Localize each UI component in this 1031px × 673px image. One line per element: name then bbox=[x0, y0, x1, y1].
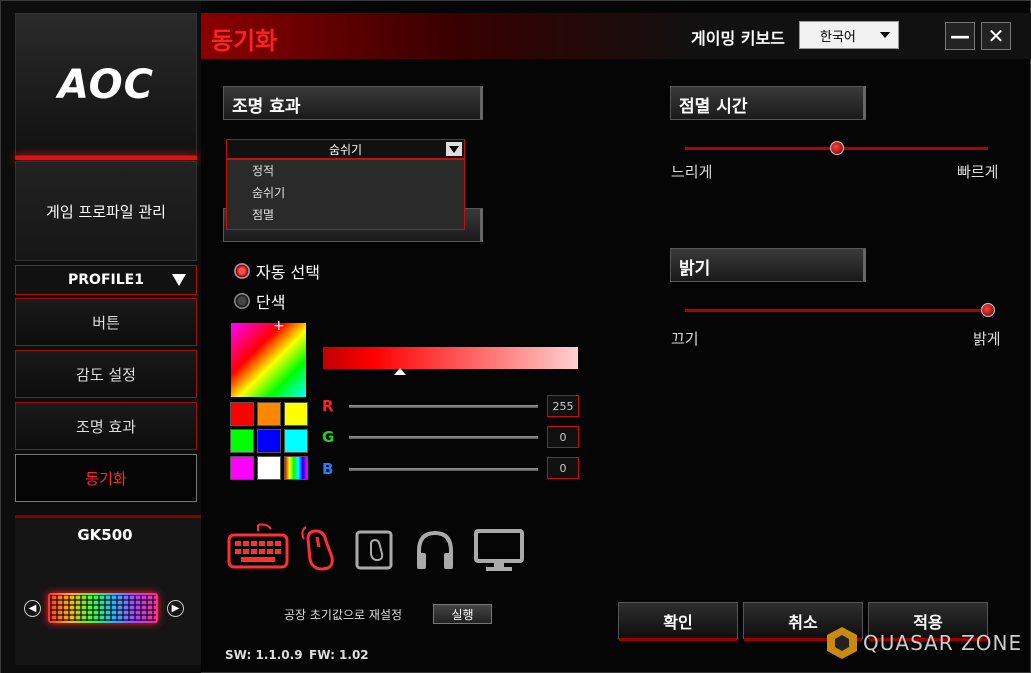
r-slider[interactable] bbox=[349, 405, 538, 408]
radio-auto[interactable]: 자동 선택 bbox=[234, 259, 320, 283]
r-value-input[interactable]: 255 bbox=[547, 395, 579, 417]
sidebar-item-lighting[interactable]: 조명 효과 bbox=[15, 402, 197, 450]
effect-option-static[interactable]: 정적 bbox=[227, 160, 464, 182]
effect-dropdown-list: 정적 숨쉬기 점멸 bbox=[226, 159, 465, 230]
brightness-min-label: 끄기 bbox=[671, 330, 699, 348]
monitor-icon[interactable] bbox=[474, 529, 524, 573]
b-value-input[interactable]: 0 bbox=[547, 457, 579, 479]
sidebar-item-sensitivity[interactable]: 감도 설정 bbox=[15, 350, 197, 398]
profile-select[interactable]: PROFILE1 bbox=[15, 265, 197, 295]
effect-option-blink[interactable]: 점멸 bbox=[227, 204, 464, 226]
logo-box: AOC bbox=[15, 13, 197, 156]
swatch-rainbow[interactable] bbox=[284, 456, 308, 480]
swatch-orange[interactable] bbox=[257, 402, 281, 426]
color-picker[interactable] bbox=[231, 318, 306, 397]
chevron-down-icon bbox=[172, 274, 186, 286]
sw-version: SW: 1.1.0.9 bbox=[225, 648, 303, 662]
radio-solid-label: 단색 bbox=[256, 293, 286, 312]
blink-time-section-title: 점멸 시간 bbox=[670, 86, 866, 120]
effect-selected-value: 숨쉬기 bbox=[328, 142, 363, 157]
brightness-slider[interactable] bbox=[685, 309, 988, 312]
brightness-thumb[interactable] bbox=[981, 303, 995, 317]
page-title: 동기화 bbox=[211, 27, 278, 55]
mouse-icon[interactable] bbox=[298, 525, 340, 571]
glow-divider bbox=[15, 156, 197, 160]
b-label: B bbox=[322, 460, 334, 478]
effect-option-breathing[interactable]: 숨쉬기 bbox=[227, 182, 464, 204]
swatch-red[interactable] bbox=[230, 402, 254, 426]
lighting-section-title: 조명 효과 bbox=[223, 86, 483, 120]
quasar-logo-icon bbox=[827, 627, 857, 659]
app-window: AOC 게임 프로파일 관리 PROFILE1 버튼 감도 설정 조명 효과 동… bbox=[0, 0, 1031, 673]
watermark-text: QUASAR ZONE bbox=[863, 631, 1023, 655]
caret-down-icon bbox=[880, 32, 890, 38]
next-device-icon[interactable]: ▶ bbox=[167, 600, 184, 617]
g-value-input[interactable]: 0 bbox=[547, 426, 579, 448]
swatch-green[interactable] bbox=[230, 429, 254, 453]
prev-device-icon[interactable]: ◀ bbox=[24, 600, 41, 617]
dropdown-arrow-icon bbox=[446, 142, 462, 156]
mousepad-icon[interactable] bbox=[355, 530, 393, 570]
brightness-section-title: 밝기 bbox=[670, 248, 866, 282]
reset-label: 공장 초기값으로 재설정 bbox=[284, 608, 403, 622]
brightness-max-label: 밝게 bbox=[973, 330, 1001, 348]
minimize-icon: — bbox=[950, 24, 970, 48]
aoc-logo: AOC bbox=[57, 61, 155, 108]
color-gradient-bar[interactable] bbox=[323, 347, 578, 369]
device-panel: GK500 ◀ ▶ bbox=[15, 515, 201, 665]
g-label: G bbox=[322, 428, 335, 446]
radio-solid[interactable]: 단색 bbox=[234, 289, 285, 313]
sidebar-item-button[interactable]: 버튼 bbox=[15, 298, 197, 346]
radio-on-icon bbox=[234, 263, 250, 279]
g-slider[interactable] bbox=[349, 436, 538, 439]
blink-min-label: 느리게 bbox=[671, 163, 713, 181]
gradient-marker-icon[interactable] bbox=[394, 368, 406, 375]
keyboard-icon[interactable] bbox=[227, 521, 289, 571]
swatch-magenta[interactable] bbox=[230, 456, 254, 480]
device-name: GK500 bbox=[77, 526, 133, 544]
header: 동기화 게이밍 키보드 한국어 — ✕ bbox=[201, 13, 1031, 59]
keyboard-image bbox=[48, 593, 158, 623]
radio-auto-label: 자동 선택 bbox=[256, 263, 320, 282]
watermark: QUASAR ZONE bbox=[827, 627, 1022, 659]
r-label: R bbox=[322, 397, 334, 415]
swatch-blue[interactable] bbox=[257, 429, 281, 453]
headset-icon[interactable] bbox=[414, 529, 456, 571]
language-value: 한국어 bbox=[820, 29, 856, 45]
device-type-label: 게이밍 키보드 bbox=[691, 29, 785, 48]
fw-version: FW: 1.02 bbox=[309, 648, 369, 662]
sidebar: AOC 게임 프로파일 관리 PROFILE1 버튼 감도 설정 조명 효과 동… bbox=[1, 1, 201, 673]
profile-management-button[interactable]: 게임 프로파일 관리 bbox=[15, 161, 197, 261]
close-button[interactable]: ✕ bbox=[981, 22, 1011, 50]
minimize-button[interactable]: — bbox=[945, 22, 975, 50]
language-select[interactable]: 한국어 bbox=[799, 21, 899, 49]
blink-max-label: 빠르게 bbox=[957, 163, 999, 181]
profile-label: PROFILE1 bbox=[68, 272, 144, 288]
close-icon: ✕ bbox=[987, 24, 1005, 48]
b-slider[interactable] bbox=[349, 468, 538, 471]
confirm-button[interactable]: 확인 bbox=[618, 602, 738, 641]
swatch-yellow[interactable] bbox=[284, 402, 308, 426]
reset-run-button[interactable]: 실행 bbox=[433, 604, 492, 624]
effect-select[interactable]: 숨쉬기 bbox=[226, 139, 465, 159]
blink-time-thumb[interactable] bbox=[829, 141, 844, 155]
radio-off-icon bbox=[234, 293, 250, 309]
sidebar-item-sync[interactable]: 동기화 bbox=[15, 454, 197, 502]
swatch-white[interactable] bbox=[257, 456, 281, 480]
swatch-cyan[interactable] bbox=[284, 429, 308, 453]
